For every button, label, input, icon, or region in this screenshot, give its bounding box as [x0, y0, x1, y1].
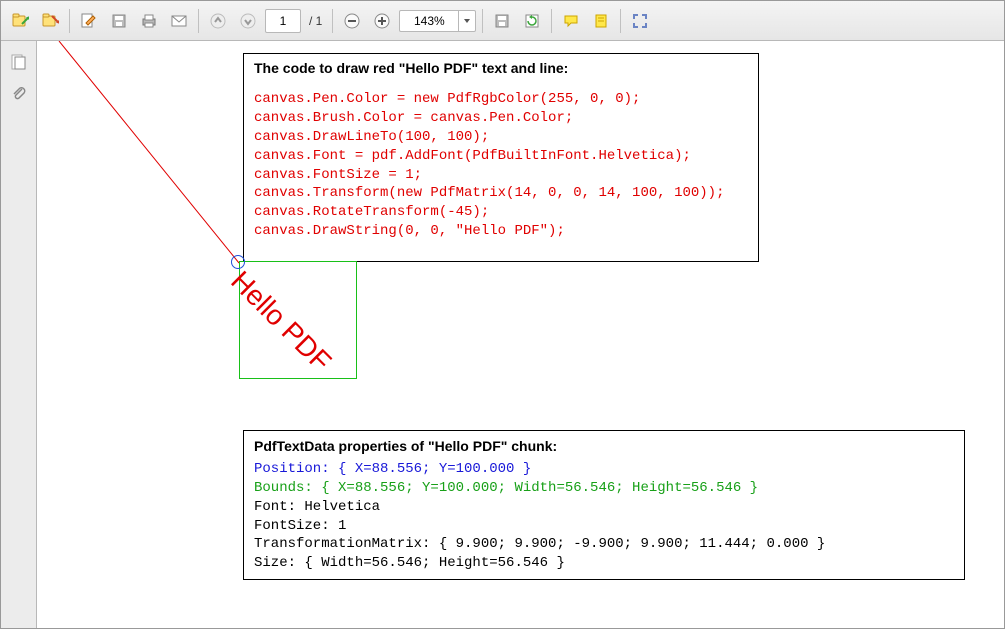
zoom-in-button[interactable] [369, 8, 395, 34]
email-button[interactable] [166, 8, 192, 34]
edit-button[interactable] [76, 8, 102, 34]
separator [69, 9, 70, 33]
properties-box: PdfTextData properties of "Hello PDF" ch… [243, 430, 965, 580]
next-page-button[interactable] [235, 8, 261, 34]
separator [198, 9, 199, 33]
properties-box-title: PdfTextData properties of "Hello PDF" ch… [254, 437, 954, 456]
property-transformation-matrix: TransformationMatrix: { 9.900; 9.900; -9… [254, 535, 954, 554]
zoom-value: 143% [400, 14, 458, 28]
position-marker-icon [231, 255, 245, 269]
save-file-button[interactable] [37, 8, 63, 34]
property-fontsize: FontSize: 1 [254, 517, 954, 536]
zoom-out-button[interactable] [339, 8, 365, 34]
separator [551, 9, 552, 33]
page-number-input[interactable] [265, 9, 301, 33]
property-font: Font: Helvetica [254, 498, 954, 517]
property-bounds: Bounds: { X=88.556; Y=100.000; Width=56.… [254, 479, 954, 498]
property-size: Size: { Width=56.546; Height=56.546 } [254, 554, 954, 573]
sidebar [1, 41, 37, 628]
separator [482, 9, 483, 33]
print-button[interactable] [136, 8, 162, 34]
separator [620, 9, 621, 33]
save-button[interactable] [106, 8, 132, 34]
comment-button[interactable] [558, 8, 584, 34]
note-button[interactable] [588, 8, 614, 34]
refresh-button[interactable] [519, 8, 545, 34]
code-snippet: canvas.Pen.Color = new PdfRgbColor(255, … [254, 90, 748, 241]
code-box-title: The code to draw red "Hello PDF" text an… [254, 60, 748, 76]
page-total-label: / 1 [305, 14, 326, 28]
previous-page-button[interactable] [205, 8, 231, 34]
code-box: The code to draw red "Hello PDF" text an… [243, 53, 759, 262]
zoom-dropdown-icon[interactable] [458, 11, 475, 31]
toolbar: / 1 143% [1, 1, 1004, 41]
body: The code to draw red "Hello PDF" text an… [1, 41, 1004, 628]
save-copy-button[interactable] [489, 8, 515, 34]
separator [332, 9, 333, 33]
property-position: Position: { X=88.556; Y=100.000 } [254, 460, 954, 479]
document-area[interactable]: The code to draw red "Hello PDF" text an… [37, 41, 1004, 628]
attachments-panel-button[interactable] [8, 83, 30, 105]
fullscreen-button[interactable] [627, 8, 653, 34]
zoom-select[interactable]: 143% [399, 10, 476, 32]
pdf-viewer-window: / 1 143% [0, 0, 1005, 629]
thumbnails-panel-button[interactable] [8, 51, 30, 73]
open-file-button[interactable] [7, 8, 33, 34]
